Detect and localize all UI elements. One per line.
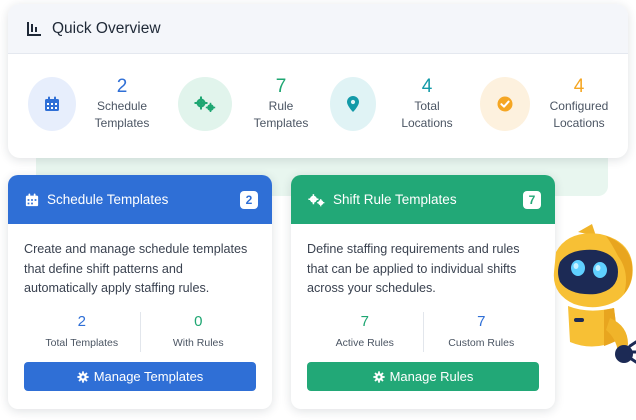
quick-overview-header: Quick Overview [8, 4, 628, 54]
stat-value: 7 [477, 313, 486, 330]
stat-label-line2: Locations [401, 116, 453, 130]
stat-active-rules: 7 Active Rules [307, 312, 423, 352]
stat-label-line1: Configured [549, 99, 609, 113]
stat-value: 0 [194, 313, 203, 330]
card-description: Define staffing requirements and rules t… [307, 242, 520, 295]
stat-value: 4 [421, 76, 433, 97]
stat-label-line2: Templates [94, 116, 150, 130]
stat-label: Custom Rules [448, 337, 515, 349]
card-stats: 2 Total Templates 0 With Rules [24, 312, 256, 352]
stat-label: Total Templates [45, 337, 119, 349]
stat-icon-circle [178, 77, 232, 131]
shift-rule-templates-header: Shift Rule Templates 7 [291, 175, 555, 224]
stat-with-rules: 0 With Rules [139, 312, 257, 352]
stat-icon-circle [28, 77, 76, 131]
button-label: Manage Templates [93, 369, 204, 384]
count-badge: 7 [523, 190, 541, 209]
stat-label: With Rules [172, 337, 224, 349]
stat-icon-circle [330, 77, 376, 131]
chart-bar-icon [27, 21, 41, 36]
manage-templates-button[interactable]: Manage Templates [24, 362, 256, 391]
manage-rules-button[interactable]: Manage Rules [307, 362, 539, 391]
count-badge: 2 [240, 190, 258, 209]
cogs-icon [308, 193, 325, 206]
stat-value: 7 [360, 313, 369, 330]
gear-icon [77, 370, 89, 383]
gear-icon [372, 370, 385, 383]
card-title: Schedule Templates [47, 192, 169, 207]
quick-overview-card: Quick Overview 2 Schedule Templates 7 Ru… [8, 4, 628, 158]
stat-label: Active Rules [335, 337, 394, 349]
card-description: Create and manage schedule templates tha… [24, 242, 248, 295]
card-stats: 7 Active Rules 7 Custom Rules [307, 312, 539, 352]
button-label: Manage Rules [389, 369, 474, 384]
calendar-icon [25, 192, 39, 206]
shift-rule-templates-card: Shift Rule Templates 7 Define staffing r… [291, 175, 555, 409]
stat-total-templates: 2 Total Templates [24, 312, 140, 352]
stat-configured-locations: 4 Configured Locations [480, 76, 626, 132]
stat-value: 4 [573, 76, 585, 97]
stat-label-line1: Schedule [96, 99, 148, 113]
stat-label-line1: Total [414, 99, 440, 113]
map-pin-icon [347, 96, 359, 112]
stat-value: 2 [116, 76, 128, 97]
stat-value: 2 [77, 313, 86, 330]
quick-overview-title: Quick Overview [52, 19, 161, 37]
stat-label-line2: Templates [253, 116, 309, 130]
stat-total-locations: 4 Total Locations [330, 76, 476, 132]
stat-custom-rules: 7 Custom Rules [422, 312, 540, 352]
stat-value: 7 [275, 76, 287, 97]
schedule-templates-card: Schedule Templates 2 Create and manage s… [8, 175, 272, 409]
schedule-templates-header: Schedule Templates 2 [8, 175, 272, 224]
check-circle-icon [497, 96, 513, 112]
stat-rule-templates: 7 Rule Templates [178, 76, 328, 132]
robot-mascot-illustration [553, 224, 636, 364]
stat-icon-circle [480, 77, 530, 131]
calendar-icon [45, 96, 59, 111]
stat-label-line2: Locations [553, 116, 605, 130]
stat-schedule-templates: 2 Schedule Templates [28, 76, 168, 132]
stat-label-line1: Rule [268, 99, 294, 113]
cogs-icon [194, 96, 216, 112]
card-title: Shift Rule Templates [333, 192, 457, 207]
